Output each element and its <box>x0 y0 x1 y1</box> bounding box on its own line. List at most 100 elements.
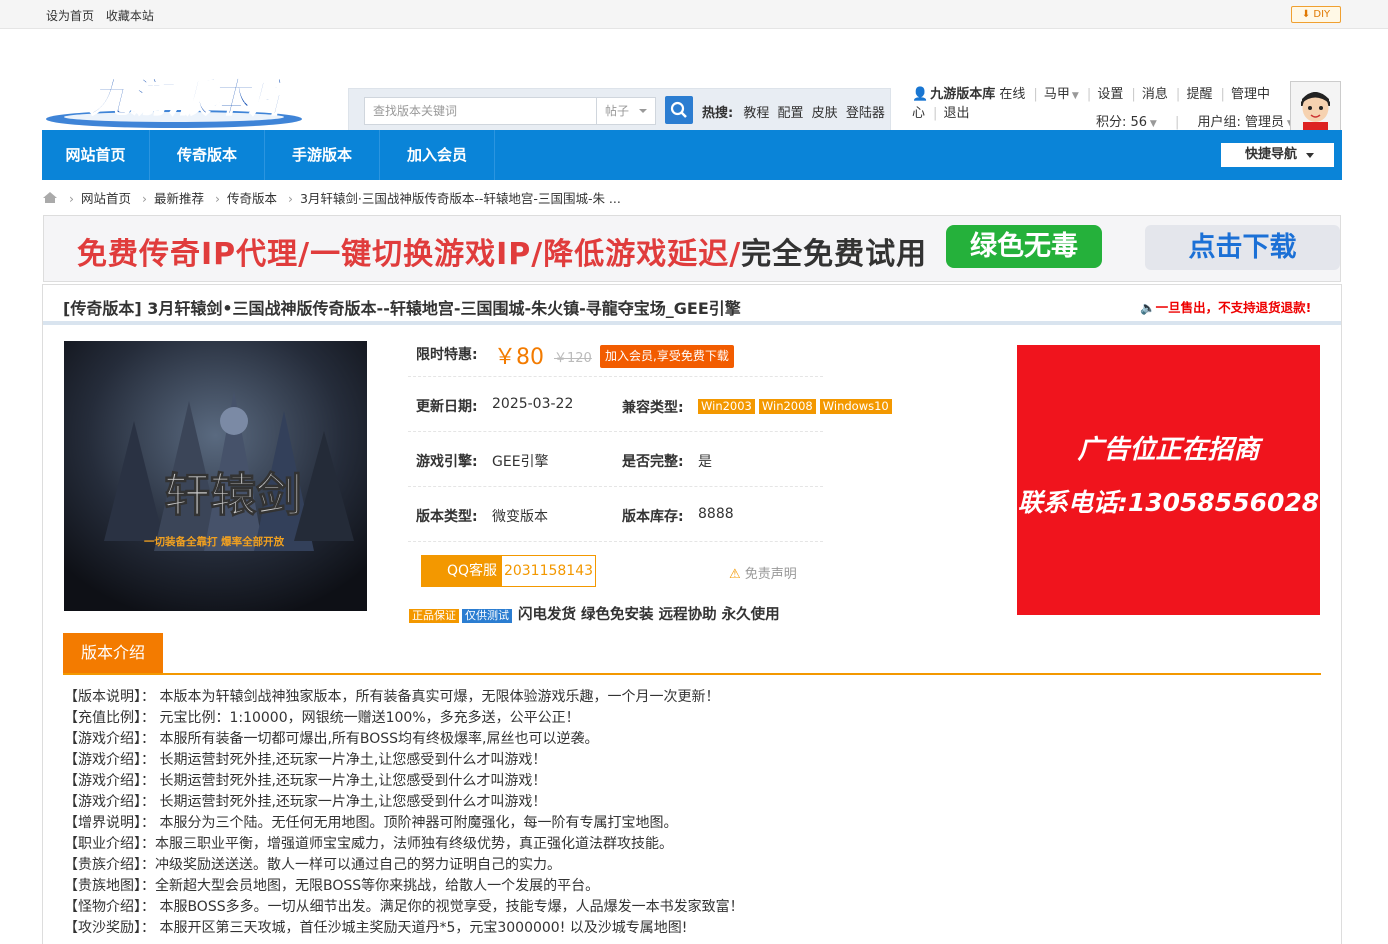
main-nav: 网站首页 传奇版本 手游版本 加入会员 快捷导航 <box>42 130 1342 180</box>
hot-search-label: 热搜: <box>702 106 734 121</box>
description-line: 【版本说明】： 本版本为轩辕剑战神独家版本，所有装备真实可爆，无限体验游戏乐趣，… <box>64 689 720 705</box>
warning-icon: ⚠ <box>729 567 741 582</box>
old-price: ￥120 <box>554 351 592 366</box>
info-row: 版本类型: 微变版本 版本库存: 8888 <box>408 487 823 542</box>
hot-link[interactable]: 登陆器 <box>846 106 885 121</box>
set-home-link[interactable]: 设为首页 <box>46 9 94 23</box>
search-box: 查找版本关键词 帖子 热搜: 教程 配置 皮肤 登陆器 <box>348 88 891 131</box>
product-info: 限时特惠: ￥80 ￥120 加入会员,享受免费下载 更新日期: 2025-03… <box>408 333 892 623</box>
hot-link[interactable]: 皮肤 <box>812 106 838 121</box>
version-type-label: 版本类型: <box>416 509 478 525</box>
speaker-icon: 🔈 <box>1140 300 1156 315</box>
ad-banner-ip-proxy[interactable]: 免费传奇IP代理/一键切换游戏IP/降低游戏延迟/完全免费试用 绿色无毒 点击下… <box>43 215 1341 282</box>
chevron-down-icon <box>639 109 647 113</box>
qq-service-button[interactable]: QQ客服 2031158143 <box>421 555 596 587</box>
product-panel: [传奇版本] 3月轩辕剑•三国战神版传奇版本--轩辕地宫-三国围城-朱火镇-寻龍… <box>42 284 1342 944</box>
description-line: 【游戏介绍】： 长期运营封死外挂,还玩家一片净土,让您感受到什么才叫游戏！ <box>64 752 547 768</box>
banner-text-red: 免费传奇IP代理/一键切换游戏IP/降低游戏延迟/ <box>77 237 742 272</box>
engine-value: GEE引擎 <box>492 454 549 470</box>
home-icon[interactable] <box>42 191 58 204</box>
chevron-down-icon <box>1306 153 1314 158</box>
hot-link[interactable]: 配置 <box>778 106 804 121</box>
qq-service-label: QQ客服 <box>422 556 502 586</box>
username-menu[interactable]: 马甲 <box>1044 87 1070 102</box>
cover-title: 轩辕剑 <box>164 468 302 522</box>
avatar[interactable] <box>1290 81 1341 131</box>
description-line: 【充值比例】： 元宝比例：1:10000，网银统一赠送100%，多充多送，公平公… <box>64 710 580 726</box>
breadcrumb-item[interactable]: 最新推荐 <box>154 191 204 206</box>
logo-text: 九游版本库 <box>90 74 297 121</box>
compat-tag: Win2003 <box>698 399 755 414</box>
refund-notice: 🔈一旦售出，不支持退货退款! <box>1140 297 1311 316</box>
price-value: ￥80 <box>494 345 544 370</box>
description-line: 【职业介绍】：本服三职业平衡，增强道师宝宝威力，法师独有终级优势，真正强化道法群… <box>64 836 673 852</box>
description-line: 【增界说明】： 本服分为三个陆。无任何无用地图。顶阶神器可附魔强化，每一阶有专属… <box>64 815 678 831</box>
compat-label: 兼容类型: <box>622 400 684 416</box>
description-line: 【贵族介绍】：冲级奖励送送送。散人一样可以通过自己的努力证明自己的实力。 <box>64 857 561 873</box>
points-menu[interactable]: 积分: 56 <box>1096 115 1147 130</box>
service-features: 正品保证 仅供测试 闪电发货 绿色免安装 远程协助 永久使用 <box>409 603 780 624</box>
messages-link[interactable]: 消息 <box>1142 87 1168 102</box>
features-text: 闪电发货 绿色免安装 远程协助 永久使用 <box>518 607 780 623</box>
description-line: 【游戏介绍】： 长期运营封死外挂,还玩家一片净土,让您感受到什么才叫游戏！ <box>64 794 547 810</box>
disclaimer-link[interactable]: ⚠ 免责声明 <box>729 563 797 582</box>
site-name[interactable]: 九游版本库 <box>930 87 995 102</box>
nav-join-member[interactable]: 加入会员 <box>380 130 495 180</box>
qq-number[interactable]: 2031158143 <box>502 556 595 586</box>
search-type-value: 帖子 <box>605 104 630 118</box>
title-divider <box>43 321 1341 325</box>
user-icon: 👤 <box>912 87 929 102</box>
search-icon <box>670 101 687 118</box>
settings-link[interactable]: 设置 <box>1097 87 1123 102</box>
engine-label: 游戏引擎: <box>416 454 478 470</box>
ad-space[interactable]: 广告位正在招商 联系电话:13058556028 <box>1017 345 1320 615</box>
breadcrumb-current[interactable]: 3月轩辕剑·三国战神版传奇版本--轩辕地宫-三国围城-朱 ... <box>300 191 621 206</box>
site-logo[interactable]: 九游版本库 <box>44 51 309 139</box>
description-line: 【攻沙奖励】： 本服开区第三天攻城，首任沙城主奖励天道丹*5，元宝3000000… <box>64 920 688 936</box>
join-member-button[interactable]: 加入会员,享受免费下载 <box>600 345 734 368</box>
hot-search: 热搜: 教程 配置 皮肤 登陆器 <box>702 102 889 121</box>
test-only-badge: 仅供测试 <box>462 609 512 623</box>
reminders-link[interactable]: 提醒 <box>1186 87 1212 102</box>
top-bar: 设为首页 收藏本站 ⬇ DIY <box>0 0 1388 29</box>
intro-tabs: 版本介绍 <box>63 633 1321 675</box>
refund-notice-text: 一旦售出，不支持退货退款! <box>1155 300 1312 315</box>
update-date-label: 更新日期: <box>416 399 478 415</box>
compat-tag: Windows10 <box>819 399 892 414</box>
breadcrumb-item[interactable]: 传奇版本 <box>227 191 277 206</box>
compat-tag: Win2008 <box>758 399 816 414</box>
banner-download-button[interactable]: 点击下载 <box>1145 225 1340 270</box>
description-line: 【贵族地图】：全新超大型会员地图，无限BOSS等你来挑战，给散人一个发展的平台。 <box>64 878 600 894</box>
search-type-select[interactable]: 帖子 <box>596 97 656 125</box>
logout-link[interactable]: 退出 <box>944 106 970 121</box>
user-group-menu[interactable]: 用户组: 管理员 <box>1198 115 1285 130</box>
product-cover-image[interactable]: 轩辕剑 一切装备全靠打 爆率全部开放 <box>64 341 367 611</box>
search-input[interactable]: 查找版本关键词 <box>364 97 597 125</box>
favorite-link[interactable]: 收藏本站 <box>106 9 154 23</box>
download-arrow-icon: ⬇ <box>1301 9 1311 20</box>
quick-nav-label: 快捷导航 <box>1245 147 1298 162</box>
hot-link[interactable]: 教程 <box>743 106 769 121</box>
ad-line-1: 广告位正在招商 <box>1077 435 1260 465</box>
user-bar: 👤 九游版本库 在线 | 马甲 ▼ | 设置 | 消息 | 提醒 | 管理中心 | 退出 积分:… <box>912 87 1294 130</box>
tab-version-intro[interactable]: 版本介绍 <box>63 633 163 673</box>
banner-green-badge[interactable]: 绿色无毒 <box>946 225 1102 268</box>
version-description: 【版本说明】： 本版本为轩辕剑战神独家版本，所有装备真实可爆，无限体验游戏乐趣，… <box>64 687 1322 939</box>
breadcrumb: › 网站首页 › 最新推荐 › 传奇版本 › 3月轩辕剑·三国战神版传奇版本--轩辕地宫… <box>42 188 621 207</box>
quick-nav-button[interactable]: 快捷导航 <box>1221 143 1334 167</box>
nav-legend-versions[interactable]: 传奇版本 <box>150 130 265 180</box>
breadcrumb-item[interactable]: 网站首页 <box>81 191 131 206</box>
description-line: 【游戏介绍】： 本服所有装备一切都可爆出,所有BOSS均有终极爆率,屌丝也可以逆… <box>64 731 599 747</box>
disclaimer-text: 免责声明 <box>744 567 797 582</box>
update-date-value: 2025-03-22 <box>492 396 574 412</box>
nav-home[interactable]: 网站首页 <box>42 130 150 180</box>
caret-icon: ▼ <box>1071 91 1079 101</box>
online-status[interactable]: 在线 <box>999 87 1025 102</box>
nav-mobile-versions[interactable]: 手游版本 <box>265 130 380 180</box>
diy-button[interactable]: ⬇ DIY <box>1291 6 1341 23</box>
search-button[interactable] <box>665 96 693 124</box>
description-line: 【怪物介绍】： 本服BOSS多多。一切从细节出发。满足你的视觉享受，技能专爆，人… <box>64 899 744 915</box>
complete-value: 是 <box>698 454 712 470</box>
cover-subtitle: 一切装备全靠打 爆率全部开放 <box>144 535 285 548</box>
product-title: [传奇版本] 3月轩辕剑•三国战神版传奇版本--轩辕地宫-三国围城-朱火镇-寻龍… <box>63 299 741 318</box>
